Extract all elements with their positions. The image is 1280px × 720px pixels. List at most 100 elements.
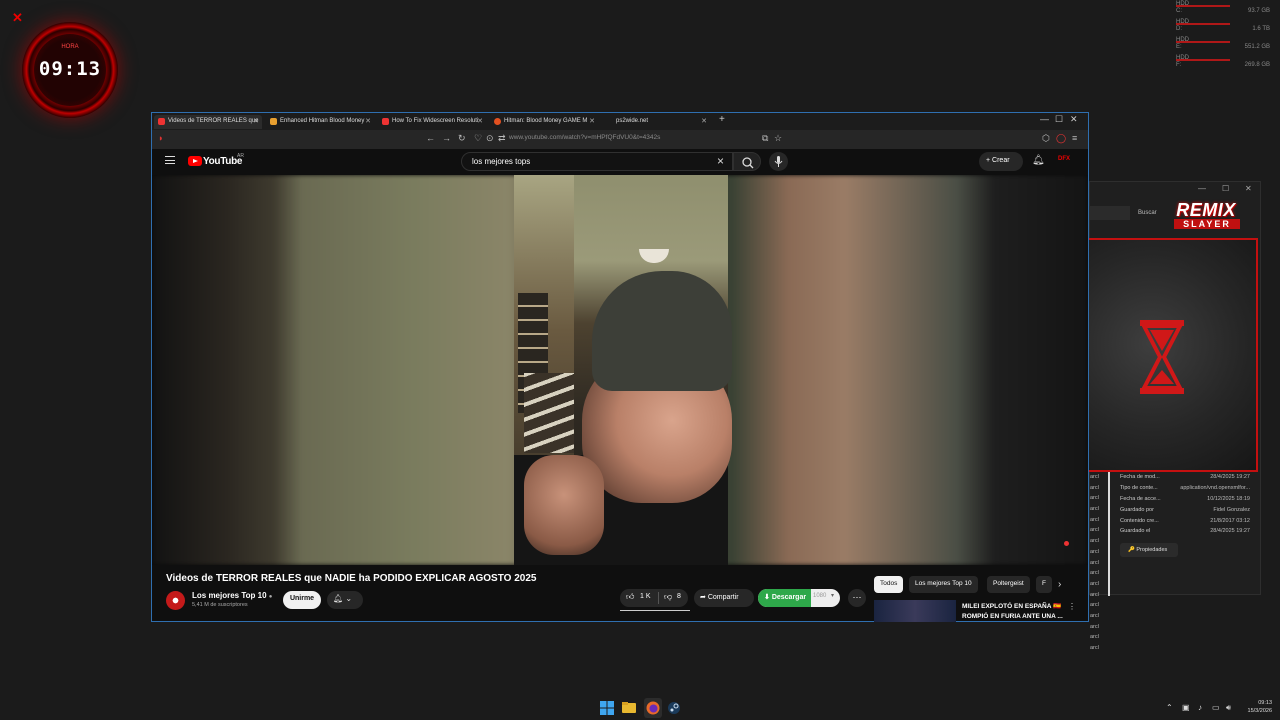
list-item[interactable]: arcl: [1090, 624, 1114, 635]
bookmark-star-icon[interactable]: ☆: [774, 133, 782, 144]
list-item[interactable]: arcl: [1090, 602, 1114, 613]
voice-search-button[interactable]: [769, 152, 788, 171]
video-player[interactable]: [152, 175, 1088, 565]
firefox-icon[interactable]: [646, 701, 660, 715]
close-tab-icon[interactable]: ✕: [589, 117, 595, 125]
chip-channel[interactable]: Los mejores Top 10: [909, 576, 978, 593]
list-item[interactable]: arcl: [1090, 645, 1114, 656]
close-tab-icon[interactable]: ✕: [477, 117, 483, 125]
list-item[interactable]: arcl: [1090, 592, 1114, 603]
subscribe-bell-button[interactable]: 🔔︎ ⌄: [327, 591, 363, 609]
maximize-icon[interactable]: ☐: [1055, 114, 1063, 125]
list-item[interactable]: arcl: [1090, 506, 1114, 517]
minimize-icon[interactable]: —: [1198, 184, 1206, 193]
taskbar-time: 09:13: [1258, 700, 1272, 706]
address-bar[interactable]: www.youtube.com/watch?v=mHPfQFdVU0&t=434…: [509, 134, 660, 141]
user-avatar[interactable]: DFX: [1058, 156, 1070, 162]
tab-hitman-game[interactable]: Hitman: Blood Money GAME M ✕: [490, 115, 598, 129]
extensions-icon[interactable]: ⬡: [1042, 133, 1050, 144]
shield-icon[interactable]: ♡: [474, 133, 482, 144]
list-item[interactable]: arcl: [1090, 613, 1114, 624]
drive-f: HDD F: 269.8 GB: [1174, 54, 1270, 72]
windows-start-icon[interactable]: [600, 701, 614, 715]
list-item[interactable]: arcl: [1090, 560, 1114, 571]
close-tab-icon[interactable]: ✕: [701, 117, 707, 125]
list-item[interactable]: arcl: [1090, 570, 1114, 581]
thumbs-up-icon[interactable]: 👍︎: [626, 592, 634, 602]
list-item[interactable]: arcl: [1090, 495, 1114, 506]
clear-search-icon[interactable]: ×: [717, 154, 724, 168]
share-button[interactable]: ➦ Compartir: [694, 589, 754, 607]
share-icon: ➦: [700, 594, 708, 601]
close-icon[interactable]: ✕: [1245, 184, 1252, 193]
lock-icon[interactable]: ⊙: [486, 133, 494, 144]
minimize-icon[interactable]: —: [1040, 114, 1049, 124]
list-item[interactable]: arcl: [1090, 517, 1114, 528]
drive-size: 1.6 TB: [1252, 26, 1270, 32]
tab-enhanced-hitman[interactable]: Enhanced Hitman Blood Money ✕: [266, 115, 374, 129]
list-item[interactable]: arcl: [1090, 527, 1114, 538]
tab-ps2wide[interactable]: ps2wide.net ✕: [602, 115, 710, 129]
list-item[interactable]: arcl: [1090, 581, 1114, 592]
notifications-bell-icon[interactable]: 🔔︎: [1032, 155, 1045, 166]
chevron-right-icon[interactable]: ›: [1058, 579, 1061, 590]
browser-menu-icon[interactable]: ◗: [158, 133, 163, 143]
list-item[interactable]: arcl: [1090, 474, 1114, 485]
steam-icon[interactable]: [667, 701, 681, 715]
youtube-logo-icon[interactable]: [188, 156, 202, 166]
channel-name[interactable]: Los mejores Top 10 ●: [192, 591, 272, 600]
back-arrow-icon[interactable]: ←: [426, 133, 435, 143]
list-item[interactable]: arcl: [1090, 485, 1114, 496]
profile-icon[interactable]: ◯: [1056, 133, 1066, 144]
chip-poltergeist[interactable]: Poltergeist: [987, 576, 1030, 593]
like-count[interactable]: 1 K: [640, 593, 651, 600]
list-item[interactable]: arcl: [1090, 538, 1114, 549]
tab-widescreen-fix[interactable]: How To Fix Widescreen Resoluti ✕: [378, 115, 486, 129]
video-scene-stairs: [524, 373, 574, 453]
thumbs-down-icon[interactable]: 👎︎: [664, 592, 672, 602]
explorer-search-input[interactable]: [1090, 206, 1130, 220]
live-indicator-icon: [1064, 541, 1069, 546]
search-input[interactable]: los mejores tops ×: [461, 152, 733, 171]
kebab-menu-icon[interactable]: ⋮: [1068, 602, 1076, 611]
dislike-count[interactable]: 8: [677, 593, 681, 600]
more-actions-button[interactable]: ⋯: [848, 589, 866, 607]
taskbar-clock[interactable]: 09:13 15/3/2026: [1240, 699, 1272, 715]
properties-button[interactable]: 🔑 Propiedades: [1120, 543, 1178, 557]
properties-button-label: Propiedades: [1136, 547, 1168, 553]
channel-avatar[interactable]: [166, 591, 185, 610]
list-item[interactable]: arcl: [1090, 634, 1114, 645]
tray-mic-icon[interactable]: ♪: [1198, 703, 1202, 712]
close-window-icon[interactable]: ✕: [1070, 114, 1078, 125]
chip-all[interactable]: Todos: [874, 576, 904, 593]
chip-more[interactable]: F: [1036, 576, 1052, 593]
hamburger-menu-icon[interactable]: [165, 156, 175, 164]
tray-overflow-chevron-icon[interactable]: ⌃: [1166, 703, 1173, 712]
menu-icon[interactable]: ≡: [1072, 133, 1077, 143]
file-explorer-icon[interactable]: [622, 701, 636, 715]
recommended-title[interactable]: MILEI EXPLOTÓ EN ESPAÑA 🇪🇸 ROMPIÓ EN FUR…: [962, 602, 1066, 622]
network-icon[interactable]: ▭: [1212, 703, 1220, 712]
volume-icon[interactable]: 🔊︎: [1226, 703, 1231, 713]
list-item[interactable]: arcl: [1090, 549, 1114, 560]
download-button[interactable]: ⬇ Descargar 1080 ▾: [758, 589, 840, 607]
tab-youtube-video[interactable]: Videos de TERROR REALES que ✕: [154, 115, 262, 129]
reload-icon[interactable]: ↻: [458, 133, 466, 144]
site-settings-icon[interactable]: ⇄: [498, 133, 506, 144]
recommended-thumbnail[interactable]: [874, 600, 956, 622]
search-button[interactable]: [733, 152, 761, 171]
download-quality[interactable]: 1080: [813, 593, 826, 599]
close-tab-icon[interactable]: ✕: [253, 117, 259, 125]
tray-app-icon[interactable]: ▣: [1182, 703, 1190, 712]
join-button[interactable]: Unirme: [283, 591, 321, 609]
create-button[interactable]: + Crear: [979, 152, 1023, 171]
search-icon: [742, 157, 754, 169]
screenshot-icon[interactable]: ⧉: [762, 133, 768, 144]
share-label: Compartir: [707, 594, 739, 601]
forward-arrow-icon[interactable]: →: [442, 133, 451, 143]
maximize-icon[interactable]: ☐: [1222, 184, 1229, 193]
explorer-search-label[interactable]: Buscar: [1138, 210, 1157, 216]
new-tab-button[interactable]: +: [719, 114, 725, 125]
close-tab-icon[interactable]: ✕: [365, 117, 371, 125]
quality-dropdown-icon[interactable]: ▾: [831, 592, 834, 599]
